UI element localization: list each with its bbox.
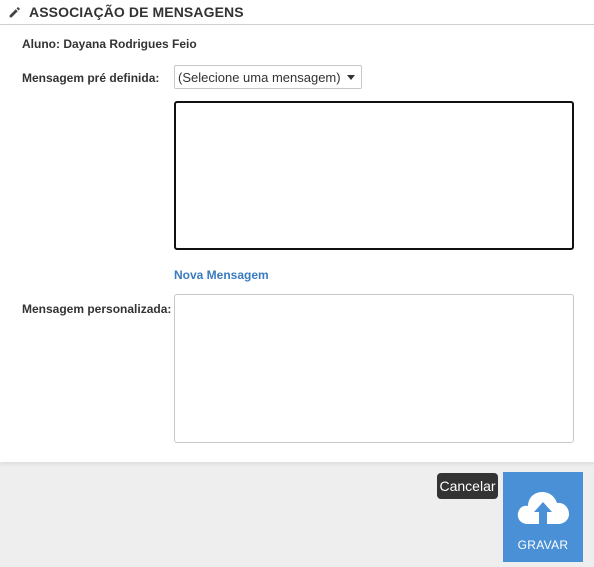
save-button[interactable]: GRAVAR: [503, 472, 583, 562]
cloud-upload-icon: [517, 492, 569, 524]
cancel-button[interactable]: Cancelar: [437, 473, 498, 499]
predefined-message-label: Mensagem pré definida:: [22, 71, 160, 85]
new-message-link[interactable]: Nova Mensagem: [174, 268, 269, 282]
custom-message-input[interactable]: [174, 294, 574, 443]
page-title: ASSOCIAÇÃO DE MENSAGENS: [29, 4, 244, 20]
pencil-icon: [9, 7, 20, 18]
association-panel: ASSOCIAÇÃO DE MENSAGENS Aluno: Dayana Ro…: [0, 0, 594, 462]
predefined-message-box[interactable]: [174, 101, 574, 250]
chevron-down-icon: [347, 75, 355, 80]
panel-header: ASSOCIAÇÃO DE MENSAGENS: [0, 0, 594, 25]
select-value: (Selecione uma mensagem): [178, 70, 341, 85]
custom-message-label: Mensagem personalizada:: [22, 302, 172, 316]
save-label: GRAVAR: [517, 538, 569, 552]
predefined-message-select[interactable]: (Selecione uma mensagem): [174, 65, 362, 89]
student-name: Aluno: Dayana Rodrigues Feio: [22, 37, 197, 51]
